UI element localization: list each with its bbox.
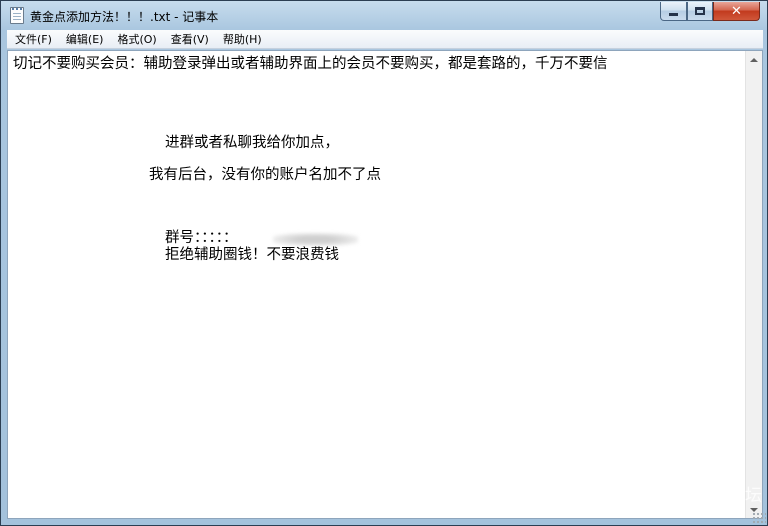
maximize-icon — [695, 7, 705, 15]
minimize-icon — [669, 12, 678, 16]
text-line: 拒绝辅助圈钱！不要浪费钱 — [165, 247, 339, 263]
text-editor[interactable]: 切记不要购买会员：辅助登录弹出或者辅助界面上的会员不要购买，都是套路的，千万不要… — [7, 50, 763, 519]
text-line: 进群或者私聊我给你加点， — [165, 135, 339, 151]
menu-format[interactable]: 格式(O) — [109, 31, 162, 47]
text-line: 我有后台，没有你的账户名加不了点 — [149, 167, 381, 183]
notepad-icon — [10, 7, 24, 24]
menu-file[interactable]: 文件(F) — [7, 31, 58, 47]
menu-edit[interactable]: 编辑(E) — [58, 31, 110, 47]
menu-bar: 文件(F) 编辑(E) 格式(O) 查看(V) 帮助(H) — [7, 30, 763, 49]
group-number-line: 群号：：：：： — [165, 230, 238, 246]
up-arrow-icon — [750, 57, 758, 62]
vertical-scrollbar[interactable] — [745, 51, 762, 518]
watermark: 坛 — [745, 486, 762, 506]
redacted-blur — [273, 233, 358, 246]
notepad-window: 黄金点添加方法！！！.txt - 记事本 ✕ 文件(F) 编辑(E) 格式(O)… — [0, 0, 768, 526]
close-button[interactable]: ✕ — [713, 2, 760, 21]
window-title: 黄金点添加方法！！！.txt - 记事本 — [30, 10, 219, 24]
title-bar[interactable]: 黄金点添加方法！！！.txt - 记事本 ✕ — [1, 1, 767, 30]
scroll-up-button[interactable] — [746, 51, 762, 68]
minimize-button[interactable] — [660, 2, 687, 21]
resize-grip[interactable] — [752, 512, 766, 524]
text-content[interactable]: 切记不要购买会员：辅助登录弹出或者辅助界面上的会员不要购买，都是套路的，千万不要… — [8, 51, 746, 518]
text-line: 切记不要购买会员：辅助登录弹出或者辅助界面上的会员不要购买，都是套路的，千万不要… — [13, 56, 608, 72]
down-arrow-icon — [750, 507, 758, 512]
menu-view[interactable]: 查看(V) — [163, 31, 215, 47]
menu-help[interactable]: 帮助(H) — [215, 31, 268, 47]
close-icon: ✕ — [731, 3, 742, 19]
maximize-button[interactable] — [687, 2, 713, 21]
